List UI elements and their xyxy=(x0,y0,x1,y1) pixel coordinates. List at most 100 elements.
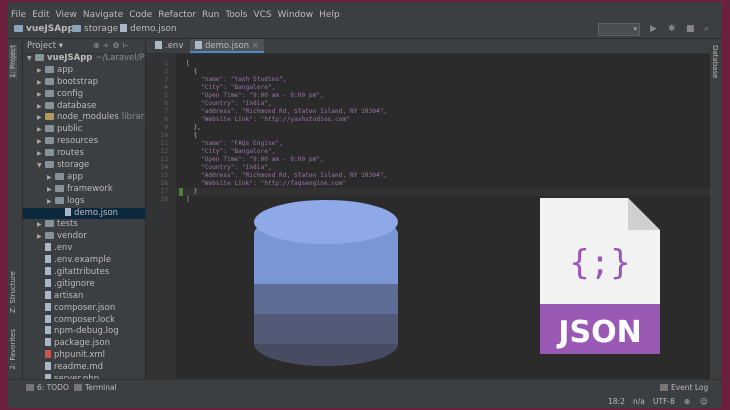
lock-icon[interactable]: ⊕ xyxy=(684,397,690,406)
tree-item-label: storage xyxy=(57,160,90,171)
code-line: "Country": "India", xyxy=(186,164,272,171)
file-encoding[interactable]: UTF-8 xyxy=(653,397,675,406)
tree-item[interactable]: .env xyxy=(23,243,145,255)
chevron-right-icon[interactable]: ▶ xyxy=(37,124,45,136)
chevron-down-icon[interactable]: ▼ xyxy=(27,53,35,65)
breadcrumb-storage[interactable]: storage xyxy=(72,20,118,38)
debug-icon[interactable]: ✱ xyxy=(668,24,678,34)
tree-item[interactable]: ▶ app xyxy=(23,172,145,184)
tree-item[interactable]: ▶ tests xyxy=(23,219,145,231)
line-number: 17 xyxy=(160,188,168,195)
search-everywhere-icon[interactable]: ⌕ xyxy=(704,24,714,34)
breadcrumb-file[interactable]: demo.json xyxy=(120,20,177,38)
folder-icon xyxy=(45,101,54,109)
run-icon[interactable]: ▶ xyxy=(650,24,660,34)
tree-item[interactable]: ▶ vendor xyxy=(23,231,145,243)
line-number: 12 xyxy=(160,148,168,155)
tree-item[interactable]: ▶ node_moduleslibrary ro xyxy=(23,112,145,124)
tree-item[interactable]: ▶ bootstrap xyxy=(23,77,145,89)
tree-item[interactable]: ▶ resources xyxy=(23,136,145,148)
tree-item[interactable]: .gitignore xyxy=(23,278,145,291)
tree-item-path: library ro xyxy=(121,112,145,123)
chevron-right-icon[interactable]: ▶ xyxy=(37,101,45,113)
tree-item[interactable]: ▼ storage xyxy=(23,160,145,172)
tree-item[interactable]: package.json xyxy=(23,338,145,350)
tree-item[interactable]: ▶ app xyxy=(23,65,145,77)
tree-item-label: logs xyxy=(67,195,85,206)
tree-item[interactable]: .env.example xyxy=(23,255,145,267)
tab-env[interactable]: .env xyxy=(150,39,188,53)
chevron-right-icon[interactable]: ▶ xyxy=(37,89,45,101)
tree-item[interactable]: ▶ public xyxy=(23,124,145,136)
chevron-right-icon[interactable]: ▶ xyxy=(37,65,45,77)
chevron-right-icon[interactable]: ▶ xyxy=(47,196,55,208)
tree-item[interactable]: ▶ database xyxy=(23,101,145,113)
line-number: 3 xyxy=(164,76,168,83)
tree-item-path: ~/Laravel/Proje xyxy=(95,53,145,63)
tree-item-label: tests xyxy=(57,219,78,230)
tree-item[interactable]: ▶ logs xyxy=(23,195,145,208)
tree-item[interactable]: ▼ vueJSApp~/Laravel/Proje xyxy=(23,53,145,65)
terminal-icon xyxy=(74,384,82,391)
tree-item-label: node_modules xyxy=(57,112,119,123)
structure-tool-tab[interactable]: Z: Structure xyxy=(9,271,17,313)
favorites-tool-tab[interactable]: 2: Favorites xyxy=(9,329,17,370)
run-configuration-select[interactable]: ▾ xyxy=(598,23,640,36)
code-line: "Website Link": "http://yashstudios.com" xyxy=(186,116,350,123)
caret-position[interactable]: 18:2 xyxy=(608,397,625,406)
code-line: "Open Time": "9:00 am - 9:00 pm", xyxy=(186,156,324,163)
json-file-illustration: {;} JSON xyxy=(540,198,660,354)
line-number: 14 xyxy=(160,164,168,171)
code-editor[interactable]: [ { "name": "Yash Studios", "City": "Ban… xyxy=(176,54,710,379)
tree-item[interactable]: ▶ framework xyxy=(23,184,145,196)
project-tool-tab[interactable]: 1: Project xyxy=(9,45,17,78)
project-panel-actions[interactable]: ⊕÷⚙⊢ xyxy=(93,39,133,53)
notifications-icon[interactable]: ☺ xyxy=(700,397,708,406)
breadcrumb-project[interactable]: vueJSApp xyxy=(14,20,74,38)
tree-item-label: composer.lock xyxy=(54,314,115,325)
tree-item-label: npm-debug.log xyxy=(54,326,119,337)
tree-item[interactable]: .gitattributes xyxy=(23,267,145,279)
tree-item[interactable]: ▶ routes xyxy=(23,148,145,160)
database-top-face xyxy=(254,200,398,244)
right-tool-strip: Database xyxy=(709,39,722,379)
todo-tool-button[interactable]: 6: TODO xyxy=(26,383,69,392)
event-log-button[interactable]: Event Log xyxy=(660,383,708,392)
chevron-right-icon[interactable]: ▶ xyxy=(47,172,55,184)
line-number: 9 xyxy=(164,124,168,131)
chevron-right-icon[interactable]: ▶ xyxy=(37,219,45,231)
todo-icon xyxy=(26,384,34,391)
line-number: 4 xyxy=(164,84,168,91)
line-number: 16 xyxy=(160,180,168,187)
tree-item[interactable]: artisan xyxy=(23,290,145,303)
database-tool-tab[interactable]: Database xyxy=(711,45,719,78)
project-panel-header: Project ▾ ⊕÷⚙⊢ xyxy=(23,39,145,54)
tree-item[interactable]: composer.lock xyxy=(23,314,145,327)
tree-item-label: resources xyxy=(57,136,99,147)
tree-item[interactable]: phpunit.xml xyxy=(23,350,145,362)
tree-item[interactable]: readme.md xyxy=(23,362,145,374)
tree-item[interactable]: demo.json xyxy=(23,207,145,220)
line-number-gutter: 1 2 3 4 5 6 7 8 9 10 11 12 13 14 15 16 17 18 xyxy=(146,54,176,379)
chevron-right-icon[interactable]: ▶ xyxy=(37,77,45,89)
project-view-select[interactable]: Project ▾ xyxy=(27,41,63,51)
line-separator[interactable]: n/a xyxy=(633,397,645,406)
chevron-right-icon[interactable]: ▶ xyxy=(37,231,45,243)
code-line: "City": "Bangalore", xyxy=(186,84,276,91)
event-log-icon xyxy=(660,384,668,391)
tab-demo-json[interactable]: demo.json × xyxy=(190,39,264,53)
chevron-down-icon[interactable]: ▼ xyxy=(37,160,45,172)
tree-item-label: composer.json xyxy=(54,302,116,313)
folder-icon xyxy=(45,232,54,240)
terminal-tool-button[interactable]: Terminal xyxy=(74,383,117,392)
tree-item[interactable]: ▶ config xyxy=(23,89,145,101)
tree-item[interactable]: npm-debug.log xyxy=(23,326,145,338)
chevron-right-icon[interactable]: ▶ xyxy=(37,148,45,160)
chevron-right-icon[interactable]: ▶ xyxy=(37,136,45,148)
close-icon[interactable]: × xyxy=(252,41,259,51)
project-tree: ▼ vueJSApp~/Laravel/Proje ▶ app ▶ bootstrap ▶ c… xyxy=(23,53,145,379)
stop-icon[interactable]: ■ xyxy=(686,24,696,34)
chevron-right-icon[interactable]: ▶ xyxy=(47,184,55,196)
tree-item[interactable]: composer.json xyxy=(23,302,145,315)
chevron-right-icon[interactable]: ▶ xyxy=(37,112,45,124)
